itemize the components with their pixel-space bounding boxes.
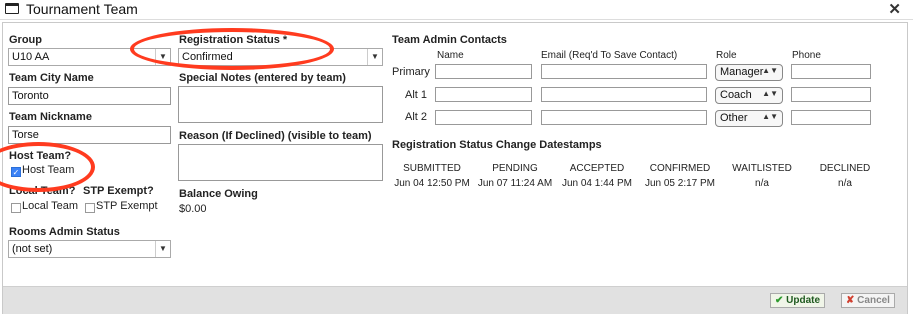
- special-notes-textarea[interactable]: [178, 86, 383, 123]
- contact-row-label: Alt 2: [404, 111, 427, 123]
- reason-declined-label: Reason (If Declined) (visible to team): [179, 130, 372, 142]
- contact-role-select[interactable]: Manager ▲▼: [715, 64, 783, 81]
- datestamp-value: Jun 07 11:24 AM: [477, 178, 553, 189]
- stp-exempt-checkbox[interactable]: [85, 203, 95, 213]
- reason-declined-textarea[interactable]: [178, 144, 383, 181]
- team-nickname-label: Team Nickname: [9, 111, 92, 123]
- window-title: Tournament Team: [26, 1, 138, 17]
- cancel-button[interactable]: ✘ Cancel: [841, 293, 895, 308]
- datestamp-header: ACCEPTED: [569, 163, 625, 174]
- contact-phone-input[interactable]: [791, 110, 871, 125]
- contact-phone-input[interactable]: [791, 64, 871, 79]
- team-city-label: Team City Name: [9, 72, 94, 84]
- host-team-checkbox[interactable]: ✓: [11, 167, 21, 177]
- team-nickname-input[interactable]: Torse: [8, 126, 171, 144]
- dialog-footer: ✔ Update ✘ Cancel: [3, 286, 907, 314]
- local-team-label: Local Team?: [9, 185, 76, 197]
- contact-row-label: Alt 1: [404, 89, 427, 101]
- chevron-updown-icon: ▲▼: [762, 89, 778, 98]
- local-team-checkbox[interactable]: [11, 203, 21, 213]
- host-team-checkbox-label: Host Team: [22, 164, 75, 176]
- contact-email-input[interactable]: [541, 64, 707, 79]
- contact-email-input[interactable]: [541, 87, 707, 102]
- window-icon: [5, 3, 19, 14]
- contact-role-value: Other: [720, 112, 748, 124]
- group-select-value: U10 AA: [12, 51, 50, 63]
- chevron-down-icon: ▼: [367, 49, 382, 65]
- close-icon[interactable]: ✕: [888, 0, 901, 18]
- group-select[interactable]: U10 AA ▼: [8, 48, 171, 66]
- group-label: Group: [9, 34, 42, 46]
- contacts-header-name: Name: [437, 50, 464, 61]
- chevron-updown-icon: ▲▼: [762, 66, 778, 75]
- contact-role-select[interactable]: Coach ▲▼: [715, 87, 783, 104]
- datestamp-value: Jun 04 1:44 PM: [561, 178, 633, 189]
- chevron-down-icon: ▼: [155, 49, 170, 65]
- contact-role-value: Manager: [720, 66, 764, 78]
- chevron-updown-icon: ▲▼: [762, 112, 778, 121]
- local-team-checkbox-label: Local Team: [22, 200, 79, 212]
- contact-email-input[interactable]: [541, 110, 707, 125]
- contact-row-label: Primary: [392, 66, 430, 78]
- datestamp-header: CONFIRMED: [649, 163, 711, 174]
- rooms-admin-select[interactable]: (not set) ▼: [8, 240, 171, 258]
- rooms-admin-label: Rooms Admin Status: [9, 226, 120, 238]
- balance-owing-value: $0.00: [179, 203, 207, 215]
- special-notes-label: Special Notes (entered by team): [179, 72, 346, 84]
- rooms-admin-select-value: (not set): [12, 243, 53, 255]
- check-icon: ✔: [775, 295, 784, 306]
- datestamp-header: WAITLISTED: [732, 163, 792, 174]
- cancel-button-label: Cancel: [857, 295, 890, 306]
- contact-phone-input[interactable]: [791, 87, 871, 102]
- contact-role-select[interactable]: Other ▲▼: [715, 110, 783, 127]
- datestamp-header: DECLINED: [819, 163, 871, 174]
- registration-status-select[interactable]: Confirmed ▼: [178, 48, 383, 66]
- datestamp-value: n/a: [755, 178, 769, 189]
- datestamps-title: Registration Status Change Datestamps: [392, 139, 602, 151]
- contacts-header-role: Role: [716, 50, 737, 61]
- contact-name-input[interactable]: [435, 87, 532, 102]
- cancel-x-icon: ✘: [846, 295, 855, 306]
- contact-name-input[interactable]: [435, 64, 532, 79]
- update-button-label: Update: [786, 295, 821, 306]
- registration-status-value: Confirmed: [182, 51, 233, 63]
- contact-name-input[interactable]: [435, 110, 532, 125]
- datestamp-header: SUBMITTED: [403, 163, 461, 174]
- datestamp-header: PENDING: [492, 163, 538, 174]
- contacts-header-email: Email (Req'd To Save Contact): [541, 50, 678, 61]
- contact-role-value: Coach: [720, 89, 752, 101]
- update-button[interactable]: ✔ Update: [770, 293, 826, 308]
- registration-status-label: Registration Status *: [179, 34, 288, 46]
- datestamp-value: Jun 05 2:17 PM: [644, 178, 716, 189]
- balance-owing-label: Balance Owing: [179, 188, 258, 200]
- team-admin-contacts-title: Team Admin Contacts: [392, 34, 507, 46]
- title-bar: Tournament Team ✕: [0, 0, 913, 20]
- team-city-input[interactable]: Toronto: [8, 87, 171, 105]
- host-team-label: Host Team?: [9, 150, 72, 162]
- chevron-down-icon: ▼: [155, 241, 170, 257]
- stp-exempt-label: STP Exempt?: [83, 185, 154, 197]
- stp-exempt-checkbox-label: STP Exempt: [96, 200, 158, 212]
- datestamp-value: Jun 04 12:50 PM: [394, 178, 470, 189]
- contacts-header-phone: Phone: [792, 50, 821, 61]
- datestamp-value: n/a: [838, 178, 852, 189]
